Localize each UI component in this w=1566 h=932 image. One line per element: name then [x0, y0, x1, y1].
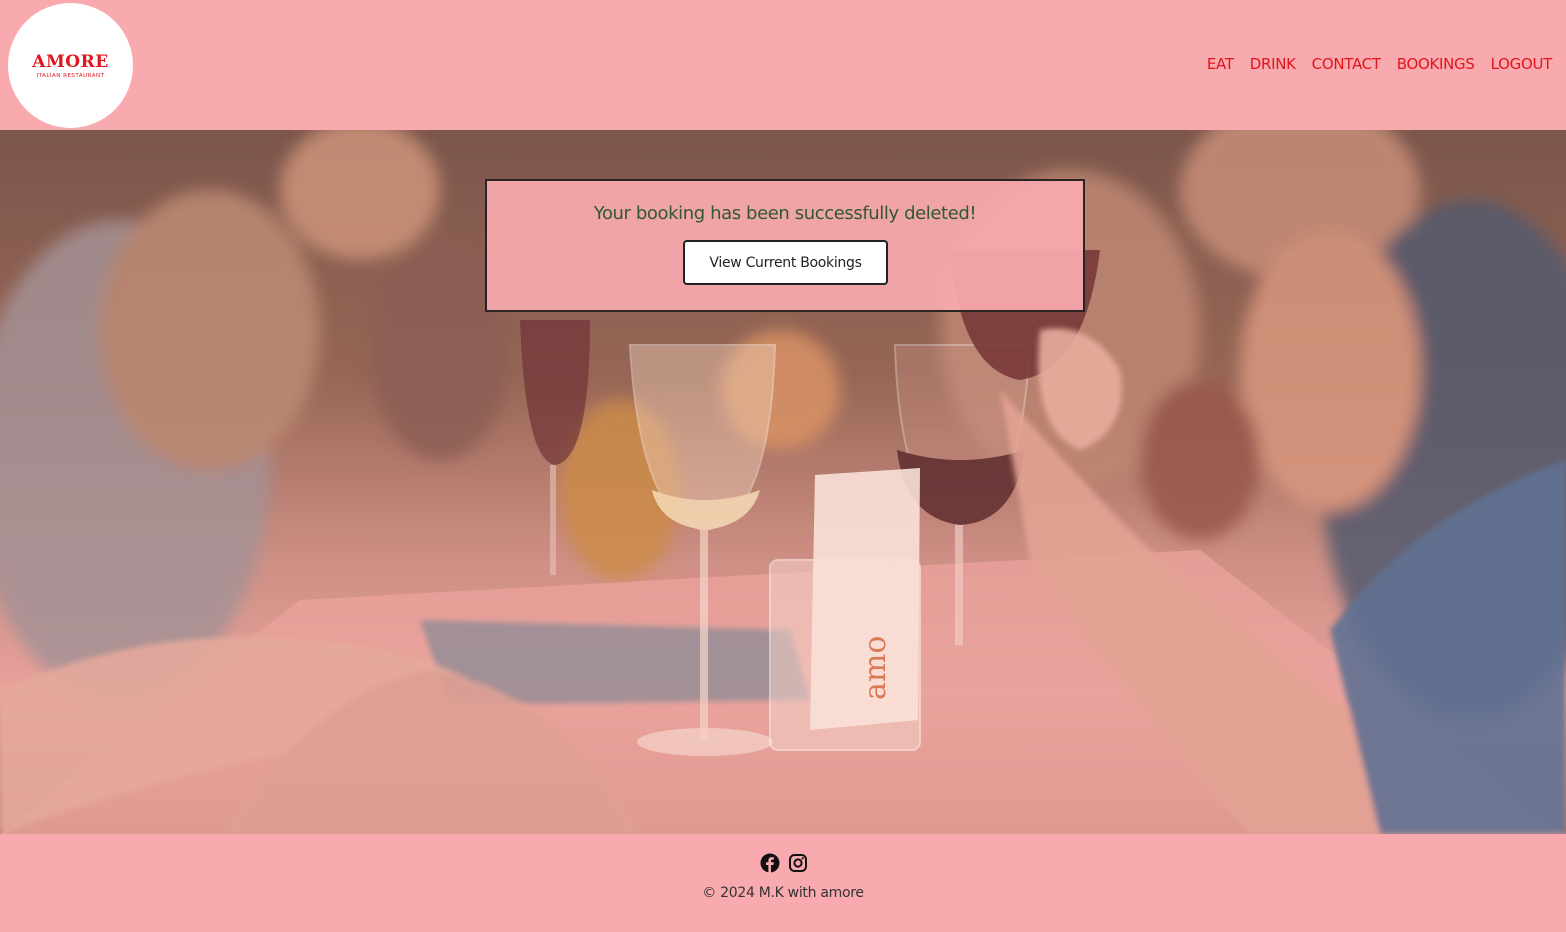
- logo-name: AMORE: [32, 51, 109, 72]
- nav-logout[interactable]: LOGOUT: [1491, 55, 1553, 73]
- site-header: AMORE ITALIAN RESTAURANT EAT DRINK CONTA…: [0, 0, 1566, 130]
- site-logo[interactable]: AMORE ITALIAN RESTAURANT: [8, 3, 133, 128]
- nav-bookings[interactable]: BOOKINGS: [1397, 55, 1475, 73]
- nav-contact[interactable]: CONTACT: [1312, 55, 1381, 73]
- site-footer: © 2024 M.K with amore: [0, 834, 1566, 932]
- nav-eat[interactable]: EAT: [1207, 55, 1234, 73]
- view-current-bookings-button[interactable]: View Current Bookings: [683, 240, 888, 285]
- nav-drink[interactable]: DRINK: [1250, 55, 1296, 73]
- main-nav: EAT DRINK CONTACT BOOKINGS LOGOUT: [1207, 52, 1552, 76]
- logo-tagline: ITALIAN RESTAURANT: [36, 72, 105, 79]
- delete-confirmation-box: Your booking has been successfully delet…: [485, 179, 1085, 312]
- instagram-icon[interactable]: [788, 853, 808, 873]
- confirmation-message: Your booking has been successfully delet…: [593, 203, 977, 224]
- hero-background-image: amo Your booking has been successfully d…: [0, 130, 1566, 834]
- copyright-text: © 2024 M.K with amore: [702, 885, 864, 901]
- facebook-icon[interactable]: [760, 853, 780, 873]
- social-links: [760, 853, 808, 873]
